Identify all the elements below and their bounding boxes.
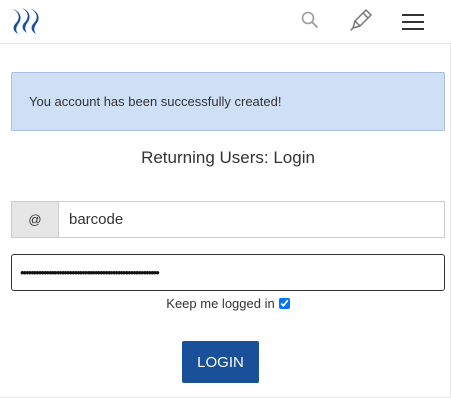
username-input-group: @ (11, 201, 445, 238)
login-button[interactable]: LOGIN (182, 341, 259, 383)
alert-message: You account has been successfully create… (29, 94, 282, 109)
search-icon[interactable] (300, 10, 320, 30)
keep-logged-in-checkbox[interactable] (278, 298, 290, 309)
password-input[interactable] (11, 254, 445, 291)
username-input[interactable] (58, 201, 445, 238)
pencil-icon[interactable] (349, 8, 373, 32)
success-alert: You account has been successfully create… (11, 72, 445, 131)
steemit-logo-icon[interactable] (10, 6, 44, 36)
at-sign-addon: @ (11, 201, 58, 238)
keep-logged-in-label: Keep me logged in (166, 296, 275, 311)
page-frame (0, 0, 451, 398)
login-heading: Returning Users: Login (141, 148, 315, 167)
keep-logged-in-row: Keep me logged in (0, 296, 451, 312)
top-header (0, 0, 451, 44)
hamburger-menu-icon[interactable] (402, 12, 426, 32)
